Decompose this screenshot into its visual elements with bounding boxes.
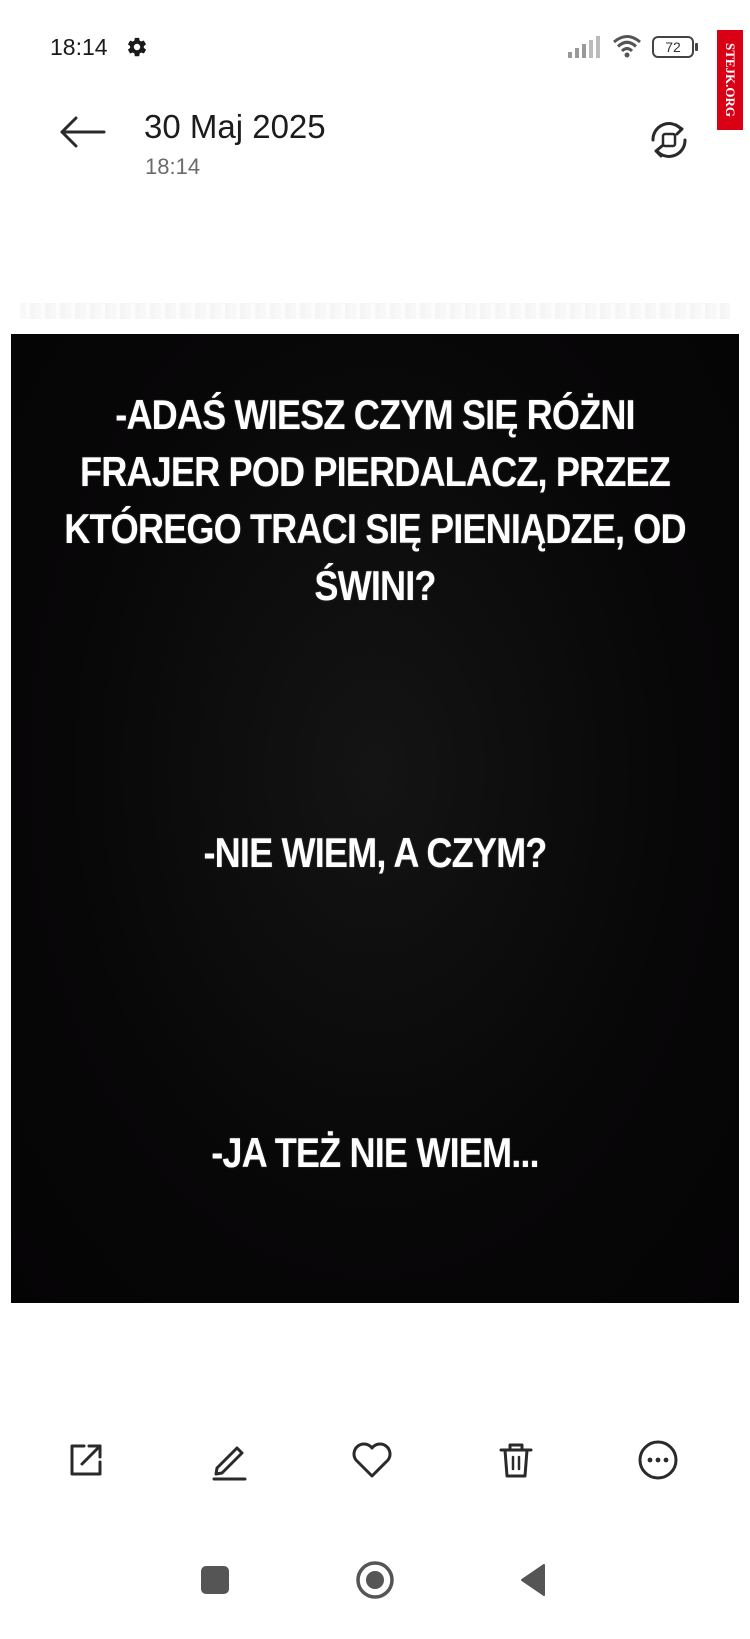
photo-time: 18:14	[145, 154, 201, 179]
home-circle-icon[interactable]	[352, 1557, 398, 1603]
viewer-header: 30 Maj 2025 18:14	[0, 96, 750, 196]
delete-button[interactable]	[490, 1434, 542, 1486]
more-button[interactable]	[632, 1434, 684, 1486]
signal-icon	[568, 36, 600, 58]
more-icon	[638, 1440, 678, 1480]
share-button[interactable]	[60, 1434, 112, 1486]
meme-text-question: -ADAŚ WIESZ CZYM SIĘ RÓŻNI FRAJER POD PI…	[64, 391, 686, 609]
photo-date: 30 Maj 2025	[144, 108, 326, 145]
battery-level: 72	[665, 39, 681, 55]
image-edge-artifact	[20, 303, 730, 319]
status-bar: 18:14 72	[0, 0, 750, 96]
back-triangle-icon[interactable]	[510, 1557, 556, 1603]
meme-text-punchline: -JA TEŻ NIE WIEM...	[211, 1129, 539, 1176]
trash-icon	[499, 1443, 533, 1478]
recents-square-icon[interactable]	[192, 1557, 238, 1603]
rotate-icon[interactable]	[645, 116, 693, 164]
photo-action-bar	[0, 1420, 750, 1500]
edit-button[interactable]	[203, 1434, 255, 1486]
heart-icon	[352, 1442, 392, 1478]
back-arrow-icon[interactable]	[56, 110, 112, 154]
system-nav-bar	[0, 1545, 750, 1615]
photo-content[interactable]: -ADAŚ WIESZ CZYM SIĘ RÓŻNI FRAJER POD PI…	[11, 334, 739, 1303]
share-icon	[70, 1444, 102, 1476]
settings-gear-icon	[128, 37, 146, 57]
meme-text-reply: -NIE WIEM, A CZYM?	[203, 829, 547, 876]
edit-icon	[212, 1446, 247, 1481]
status-time: 18:14	[50, 34, 108, 60]
wifi-icon	[613, 35, 641, 58]
favorite-button[interactable]	[346, 1434, 398, 1486]
